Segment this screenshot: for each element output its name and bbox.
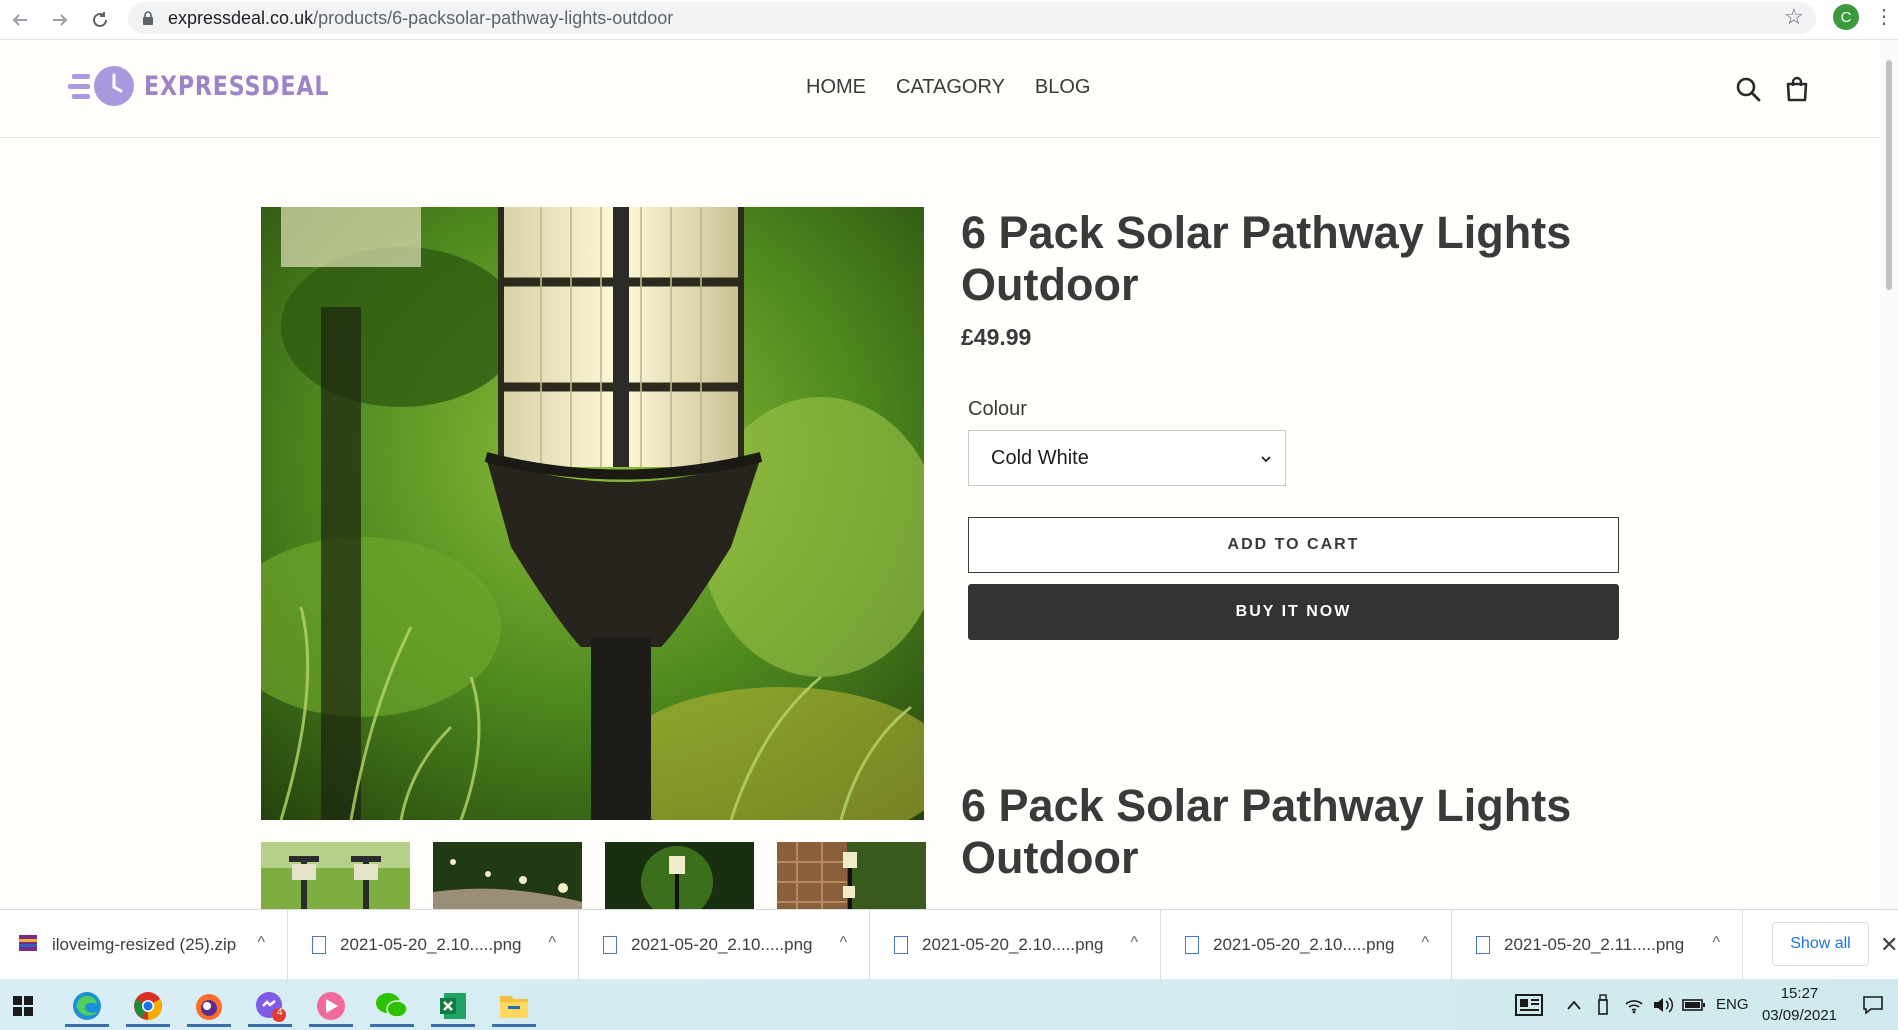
download-filename: 2021-05-20_2.10.....png (631, 935, 813, 954)
product-main-image[interactable] (261, 207, 924, 820)
description-title: 6 Pack Solar Pathway Lights Outdoor (961, 780, 1572, 883)
cart-icon[interactable] (1782, 74, 1812, 104)
brand-name: EXPRESSDEAL (144, 70, 330, 102)
nav-catagory[interactable]: CATAGORY (896, 76, 1005, 99)
chevron-up-icon[interactable]: ^ (257, 934, 265, 952)
image-file-icon (894, 936, 908, 954)
scrollbar-thumb[interactable] (1886, 60, 1892, 290)
thumbnail-3[interactable] (605, 842, 754, 912)
chevron-up-icon[interactable]: ^ (1130, 934, 1138, 952)
download-item[interactable]: 2021-05-20_2.10.....png ^ (1161, 910, 1452, 980)
tray-chevron-up-icon[interactable] (1566, 979, 1582, 1030)
image-file-icon (603, 936, 617, 954)
clock-icon (94, 66, 134, 106)
chevron-down-icon (1259, 449, 1273, 463)
colour-label: Colour (968, 398, 1027, 420)
close-icon[interactable]: ✕ (1880, 932, 1898, 958)
system-clock[interactable]: 15:27 03/09/2021 (1752, 983, 1847, 1027)
address-bar[interactable]: expressdeal.co.uk/products/6-packsolar-p… (128, 2, 1816, 34)
download-filename: 2021-05-20_2.10.....png (922, 935, 1104, 954)
firefox-icon[interactable] (183, 985, 235, 1027)
add-to-cart-button[interactable]: ADD TO CART (968, 517, 1619, 573)
url-text: expressdeal.co.uk/products/6-packsolar-p… (168, 7, 674, 28)
download-filename: 2021-05-20_2.11.....png (1504, 935, 1685, 954)
file-explorer-icon[interactable] (488, 985, 540, 1027)
colour-select-value: Cold White (991, 446, 1089, 469)
windows-start-icon[interactable] (0, 985, 46, 1027)
site-logo[interactable]: EXPRESSDEAL (68, 66, 370, 106)
download-item[interactable]: 2021-05-20_2.10.....png ^ (870, 910, 1161, 980)
excel-icon[interactable] (427, 985, 479, 1027)
clock-time: 15:27 (1780, 985, 1819, 1002)
profile-avatar[interactable]: C (1833, 4, 1859, 30)
download-filename: 2021-05-20_2.10.....png (340, 935, 522, 954)
notification-badge: 4 (277, 1007, 283, 1018)
language-indicator[interactable]: ENG (1716, 979, 1749, 1030)
show-all-button[interactable]: Show all (1772, 922, 1869, 966)
site-header: EXPRESSDEAL HOME CATAGORY BLOG (0, 40, 1880, 138)
edge-icon[interactable] (61, 985, 113, 1027)
download-item[interactable]: 2021-05-20_2.11.....png ^ (1452, 910, 1743, 980)
notification-center-icon[interactable] (1862, 979, 1884, 1030)
clock-date: 03/09/2021 (1761, 1007, 1838, 1024)
download-item[interactable]: iloveimg-resized (25).zip ^ (0, 910, 288, 980)
chrome-icon[interactable] (122, 985, 174, 1027)
nav-blog[interactable]: BLOG (1035, 76, 1091, 99)
screen-recorder-icon[interactable] (305, 985, 357, 1027)
battery-icon[interactable] (1682, 979, 1706, 1030)
main-nav: HOME CATAGORY BLOG (806, 76, 1090, 99)
browser-toolbar: expressdeal.co.uk/products/6-packsolar-p… (0, 0, 1898, 40)
image-file-icon (312, 936, 326, 954)
product-price: £49.99 (961, 324, 1032, 350)
downloads-bar: iloveimg-resized (25).zip ^ 2021-05-20_2… (0, 909, 1898, 980)
wechat-icon[interactable] (366, 985, 418, 1027)
wifi-icon[interactable] (1624, 979, 1644, 1030)
thumbnail-strip (261, 842, 926, 912)
download-filename: 2021-05-20_2.10.....png (1213, 935, 1395, 954)
back-icon[interactable] (6, 6, 34, 34)
thumbnail-1[interactable] (261, 842, 410, 912)
lock-icon (142, 11, 154, 25)
taskbar: 4 ENG 15:27 03/09/2021 (0, 979, 1898, 1030)
search-icon[interactable] (1733, 74, 1763, 104)
buy-it-now-button[interactable]: BUY IT NOW (968, 584, 1619, 640)
thumbnail-2[interactable] (433, 842, 582, 912)
product-title: 6 Pack Solar Pathway Lights Outdoor (961, 207, 1572, 310)
news-icon[interactable] (1515, 979, 1543, 1030)
logo-lines-icon (68, 68, 92, 104)
colour-select[interactable]: Cold White (968, 430, 1286, 486)
chevron-up-icon[interactable]: ^ (1421, 934, 1429, 952)
archive-icon (18, 933, 38, 958)
nav-home[interactable]: HOME (806, 76, 866, 99)
thumbnail-4[interactable] (777, 842, 926, 912)
forward-icon[interactable] (46, 6, 74, 34)
chevron-up-icon[interactable]: ^ (839, 934, 847, 952)
reload-icon[interactable] (86, 6, 114, 34)
download-item[interactable]: 2021-05-20_2.10.....png ^ (288, 910, 579, 980)
chevron-up-icon[interactable]: ^ (1712, 934, 1720, 952)
chevron-up-icon[interactable]: ^ (548, 934, 556, 952)
volume-icon[interactable] (1652, 979, 1674, 1030)
messenger-icon[interactable]: 4 (244, 985, 296, 1027)
page-scrollbar[interactable] (1880, 40, 1898, 910)
more-menu-icon[interactable]: ⋮ (1874, 4, 1894, 29)
image-file-icon (1476, 936, 1490, 954)
usb-icon[interactable] (1596, 979, 1610, 1030)
download-item[interactable]: 2021-05-20_2.10.....png ^ (579, 910, 870, 980)
bookmark-star-icon[interactable]: ☆ (1784, 4, 1880, 30)
image-file-icon (1185, 936, 1199, 954)
download-filename: iloveimg-resized (25).zip (52, 935, 237, 954)
